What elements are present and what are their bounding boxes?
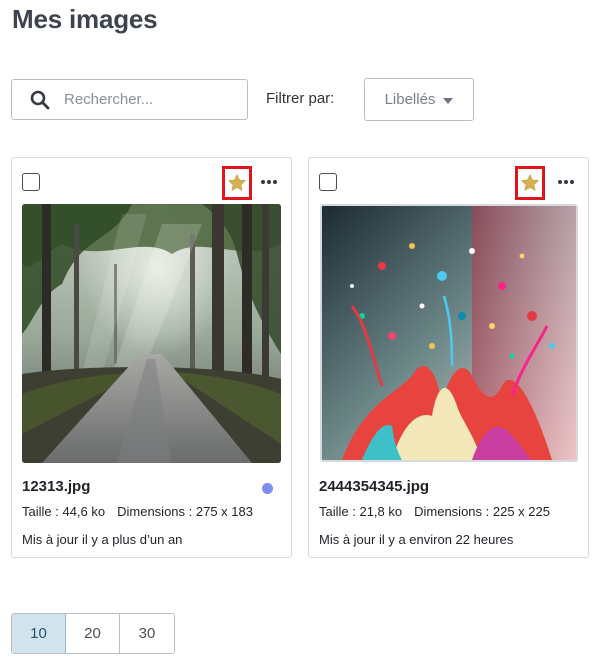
image-thumbnail[interactable] (22, 204, 281, 463)
image-filename[interactable]: 12313.jpg (22, 478, 90, 495)
star-icon (521, 174, 539, 191)
star-icon (228, 174, 246, 191)
search-input[interactable] (64, 81, 244, 118)
page-size-option-10[interactable]: 10 (12, 614, 66, 653)
image-thumbnail[interactable] (320, 204, 578, 462)
favorite-star-button[interactable] (222, 166, 252, 200)
image-meta: Taille : 21,8 ko Dimensions : 225 x 225 (319, 504, 550, 519)
page-title: Mes images (12, 4, 158, 34)
status-dot (262, 483, 273, 494)
image-size: Taille : 21,8 ko (319, 504, 403, 519)
page-size-option-20[interactable]: 20 (66, 614, 120, 653)
image-card[interactable]: 12313.jpg Taille : 44,6 ko Dimensions : 2… (11, 157, 292, 558)
image-updated: Mis à jour il y a environ 22 heures (319, 532, 514, 547)
caret-down-icon (443, 97, 454, 104)
more-options-icon[interactable] (256, 170, 282, 194)
filter-label: Filtrer par: (266, 90, 335, 107)
page-size-selector: 10 20 30 (11, 613, 175, 654)
image-meta: Taille : 44,6 ko Dimensions : 275 x 183 (22, 504, 253, 519)
select-checkbox[interactable] (22, 173, 40, 191)
image-dimensions: Dimensions : 225 x 225 (414, 504, 550, 519)
more-options-icon[interactable] (553, 170, 579, 194)
image-dimensions: Dimensions : 275 x 183 (117, 504, 253, 519)
image-filename[interactable]: 2444354345.jpg (319, 478, 429, 495)
select-checkbox[interactable] (319, 173, 337, 191)
image-card[interactable]: 2444354345.jpg Taille : 21,8 ko Dimension… (308, 157, 589, 558)
labels-filter-dropdown[interactable]: Libellés (364, 78, 474, 121)
image-updated: Mis à jour il y a plus d’un an (22, 532, 183, 547)
page-size-option-30[interactable]: 30 (120, 614, 174, 653)
image-size: Taille : 44,6 ko (22, 504, 106, 519)
search-icon (30, 90, 50, 110)
search-box[interactable] (11, 79, 248, 120)
labels-filter-value: Libellés (384, 91, 436, 108)
favorite-star-button[interactable] (515, 166, 545, 200)
